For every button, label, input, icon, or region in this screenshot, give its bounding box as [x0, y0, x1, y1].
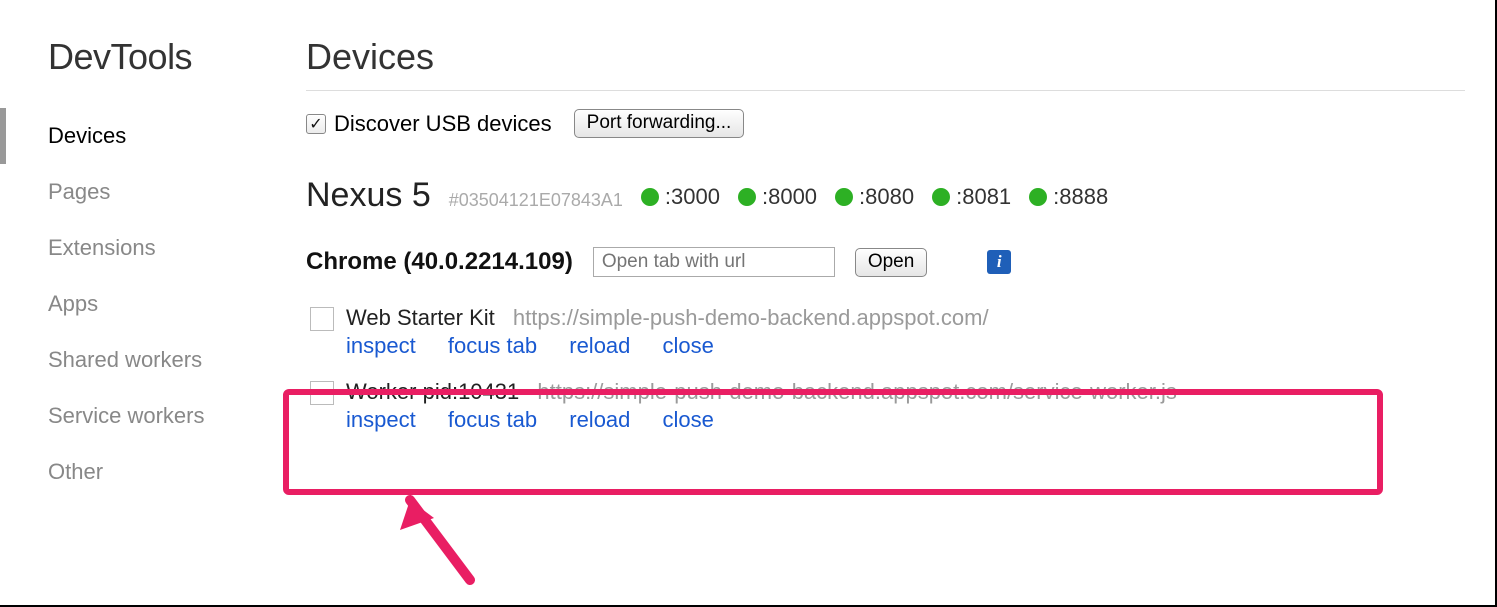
target-actions: inspect focus tab reload close	[346, 333, 1465, 359]
sidebar-item-extensions[interactable]: Extensions	[48, 220, 262, 276]
focus-tab-link[interactable]: focus tab	[448, 407, 537, 432]
status-dot-icon	[641, 188, 659, 206]
target-title: Worker pid:10431	[346, 379, 519, 404]
inspect-link[interactable]: inspect	[346, 333, 416, 358]
device-name: Nexus 5	[306, 176, 431, 215]
info-icon[interactable]: i	[987, 250, 1011, 274]
sidebar-item-apps[interactable]: Apps	[48, 276, 262, 332]
port-3000: :3000	[641, 184, 720, 210]
reload-link[interactable]: reload	[569, 407, 630, 432]
port-8080: :8080	[835, 184, 914, 210]
status-dot-icon	[932, 188, 950, 206]
status-dot-icon	[1029, 188, 1047, 206]
discover-toolbar: ✓ Discover USB devices Port forwarding..…	[306, 109, 1465, 138]
page-title: Devices	[306, 36, 1465, 78]
discover-usb-label: Discover USB devices	[334, 111, 552, 137]
target-actions: inspect focus tab reload close	[346, 407, 1465, 433]
close-link[interactable]: close	[663, 333, 714, 358]
target-url: https://simple-push-demo-backend.appspot…	[537, 379, 1177, 404]
port-8000: :8000	[738, 184, 817, 210]
device-header: Nexus 5 #03504121E07843A1 :3000 :8000 :8…	[306, 176, 1465, 215]
inspect-target-row: Web Starter Kit https://simple-push-demo…	[306, 295, 1465, 369]
main-panel: Devices ✓ Discover USB devices Port forw…	[262, 18, 1495, 500]
close-link[interactable]: close	[663, 407, 714, 432]
target-title: Web Starter Kit	[346, 305, 495, 330]
brand-title: DevTools	[48, 36, 262, 78]
focus-tab-link[interactable]: focus tab	[448, 333, 537, 358]
inspect-target-row: Worker pid:10431 https://simple-push-dem…	[306, 369, 1465, 443]
favicon-placeholder-icon	[310, 307, 334, 331]
status-dot-icon	[835, 188, 853, 206]
device-serial: #03504121E07843A1	[449, 190, 623, 211]
discover-usb-checkbox[interactable]: ✓	[306, 114, 326, 134]
sidebar: DevTools Devices Pages Extensions Apps S…	[0, 18, 262, 500]
browser-row: Chrome (40.0.2214.109) Open i	[306, 247, 1465, 277]
port-forwarding-button[interactable]: Port forwarding...	[574, 109, 745, 138]
browser-label: Chrome (40.0.2214.109)	[306, 248, 573, 276]
sidebar-item-devices[interactable]: Devices	[48, 108, 262, 164]
status-dot-icon	[738, 188, 756, 206]
port-8888: :8888	[1029, 184, 1108, 210]
reload-link[interactable]: reload	[569, 333, 630, 358]
sidebar-item-pages[interactable]: Pages	[48, 164, 262, 220]
sidebar-item-service-workers[interactable]: Service workers	[48, 388, 262, 444]
open-tab-button[interactable]: Open	[855, 248, 927, 277]
sidebar-item-other[interactable]: Other	[48, 444, 262, 500]
inspect-link[interactable]: inspect	[346, 407, 416, 432]
devtools-inspect-ui: DevTools Devices Pages Extensions Apps S…	[0, 0, 1497, 607]
divider	[306, 90, 1465, 91]
open-tab-url-input[interactable]	[593, 247, 835, 277]
port-8081: :8081	[932, 184, 1011, 210]
target-url: https://simple-push-demo-backend.appspot…	[513, 305, 989, 330]
sidebar-item-shared-workers[interactable]: Shared workers	[48, 332, 262, 388]
favicon-placeholder-icon	[310, 381, 334, 405]
